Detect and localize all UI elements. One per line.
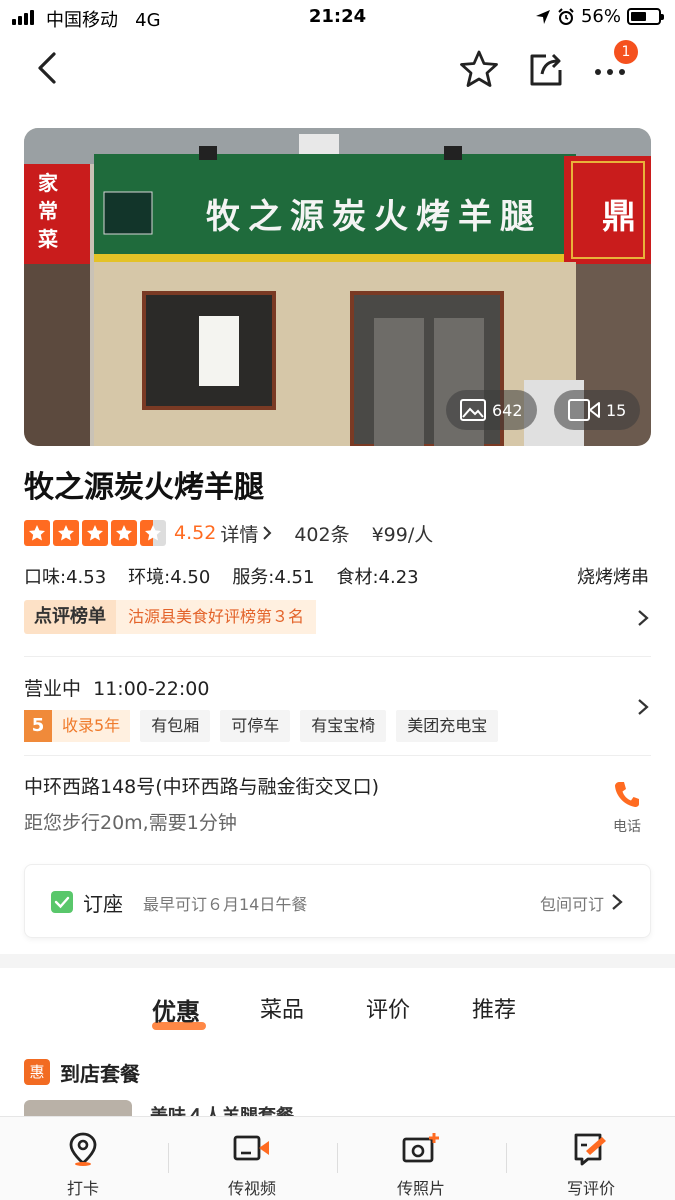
rating-score: 4.52 <box>174 522 217 544</box>
phone-label: 电话 <box>613 819 641 835</box>
shop-sign-text: 牧之源炭火烤羊腿 <box>206 197 542 237</box>
divider <box>24 755 651 756</box>
ranking-tag: 点评榜单 <box>24 600 116 634</box>
camera-upload-icon <box>402 1133 439 1163</box>
sub-scores: 口味:4.53 环境:4.50 服务:4.51 食材:4.23 <box>24 563 419 589</box>
video-count-pill[interactable]: 15 <box>554 390 641 430</box>
tab-offers[interactable]: 优惠 <box>152 992 200 1027</box>
share-icon[interactable] <box>524 48 566 90</box>
ranking-text: 沽源县美食好评榜第３名 <box>116 600 317 634</box>
back-arrow-icon[interactable] <box>28 48 68 88</box>
tab-recommend[interactable]: 推荐 <box>472 992 516 1024</box>
shop-name: 牧之源炭火烤羊腿 <box>24 470 264 505</box>
upload-video-button[interactable]: 传视频 <box>207 1131 297 1199</box>
upload-photo-button[interactable]: 传照片 <box>376 1131 466 1199</box>
phone-button[interactable]: 电话 <box>604 780 650 836</box>
private-room-link[interactable]: 包间可订 <box>540 891 604 915</box>
deals-header: 惠 到店套餐 <box>24 1058 140 1086</box>
avg-price: ¥99/人 <box>371 523 434 546</box>
rating-row: 4.52 详情 402条 ¥99/人 <box>24 518 433 548</box>
reservation-label: 订座 <box>83 892 123 916</box>
tab-dishes[interactable]: 菜品 <box>260 992 304 1024</box>
upload-photo-label: 传照片 <box>396 1179 445 1198</box>
nav-bar: 1 <box>0 34 675 104</box>
photo-count-pill[interactable]: 642 <box>446 390 537 430</box>
feature-tags: 5 收录5年 有包厢 可停车 有宝宝椅 美团充电宝 <box>24 710 499 742</box>
write-review-button[interactable]: 写评价 <box>546 1131 636 1199</box>
bottom-action-bar: 打卡 传视频 传照片 写评价 <box>0 1116 675 1200</box>
phone-icon <box>615 782 639 807</box>
left-sign-char-1: 家 <box>38 171 59 195</box>
location-pin-icon <box>69 1132 97 1166</box>
deal-title[interactable]: 美味４人羊腿套餐 <box>150 1102 294 1116</box>
taste-score: 口味:4.53 <box>24 567 107 588</box>
deals-title: 到店套餐 <box>60 1061 140 1086</box>
chevron-right-icon <box>263 526 272 540</box>
star-icon <box>140 520 166 546</box>
notification-badge: 1 <box>614 40 638 64</box>
ingredients-score: 食材:4.23 <box>336 567 419 588</box>
star-icon <box>82 520 108 546</box>
feature-private-room: 有包厢 <box>140 710 211 742</box>
feature-parking: 可停车 <box>220 710 291 742</box>
reservation-note: 最早可订６月14日午餐 <box>143 895 308 914</box>
divider <box>24 656 651 657</box>
service-score: 服务:4.51 <box>232 567 315 588</box>
tab-reviews[interactable]: 评价 <box>366 992 410 1024</box>
upload-video-label: 传视频 <box>227 1179 276 1198</box>
video-upload-icon <box>233 1135 269 1161</box>
left-sign-char-2: 常 <box>38 199 58 223</box>
check-in-label: 打卡 <box>66 1179 99 1198</box>
reservation-card[interactable]: 订座 最早可订６月14日午餐 包间可订 <box>24 864 651 938</box>
walking-distance: 距您步行20m,需要1分钟 <box>24 812 237 834</box>
check-in-button[interactable]: 打卡 <box>38 1131 128 1199</box>
section-tabs: 优惠 菜品 评价 推荐 <box>0 992 675 1036</box>
business-hours: 营业中 11:00-22:00 <box>24 674 209 701</box>
cuisine-category: 烧烤烤串 <box>577 567 649 588</box>
reservation-check-icon <box>51 891 73 913</box>
years-listed-tag: 5 收录5年 <box>24 710 131 742</box>
status-bar: 中国移动 4G 21:24 56% <box>0 0 675 34</box>
open-status: 营业中 <box>24 678 82 700</box>
alarm-icon <box>558 7 574 25</box>
divider <box>506 1143 507 1173</box>
photo-count: 642 <box>492 400 523 420</box>
section-gap <box>0 954 675 968</box>
environment-score: 环境:4.50 <box>128 567 211 588</box>
left-sign-char-3: 菜 <box>37 227 58 251</box>
years-label: 收录5年 <box>52 710 131 742</box>
deal-badge: 惠 <box>24 1059 50 1085</box>
feature-power-bank: 美团充电宝 <box>396 710 499 742</box>
chevron-right-icon <box>612 894 623 910</box>
write-review-icon <box>574 1133 606 1166</box>
image-gallery-icon <box>460 399 486 421</box>
battery-icon <box>627 8 664 25</box>
chevron-right-icon[interactable] <box>636 697 650 717</box>
chevron-right-icon[interactable] <box>636 608 650 628</box>
feature-baby-chair: 有宝宝椅 <box>300 710 387 742</box>
open-time: 11:00-22:00 <box>93 678 210 700</box>
star-icon <box>53 520 79 546</box>
divider <box>337 1143 338 1173</box>
battery-percent: 56% <box>580 6 621 27</box>
details-link[interactable]: 详情 <box>220 520 272 547</box>
divider <box>168 1143 169 1173</box>
star-rating <box>24 520 166 546</box>
years-number: 5 <box>24 710 52 742</box>
star-icon <box>24 520 50 546</box>
star-icon <box>111 520 137 546</box>
video-count: 15 <box>606 400 627 420</box>
write-review-label: 写评价 <box>566 1179 615 1198</box>
location-arrow-icon <box>535 9 550 24</box>
favorite-star-icon[interactable] <box>458 48 500 90</box>
storefront-photo[interactable]: 牧之源炭火烤羊腿 家 常 菜 鼎 642 15 <box>24 128 651 446</box>
video-icon <box>568 399 600 421</box>
details-label: 详情 <box>220 523 259 546</box>
right-sign-text: 鼎 <box>602 197 636 237</box>
address[interactable]: 中环西路148号(中环西路与融金街交叉口) <box>24 772 379 799</box>
review-count: 402条 <box>294 523 350 546</box>
ranking-banner[interactable]: 点评榜单 沽源县美食好评榜第３名 <box>24 600 317 634</box>
